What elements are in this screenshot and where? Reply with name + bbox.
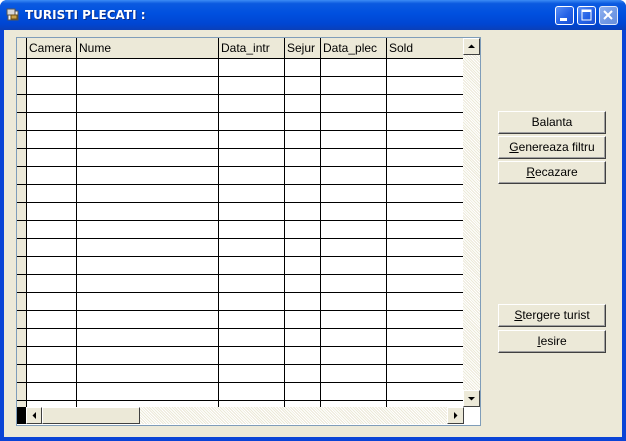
tourists-grid[interactable]: Camera Nume Data_intr Sejur Data_plec So…: [16, 37, 481, 426]
balanta-button-label: Balanta: [531, 115, 573, 129]
grid-row-line: [17, 328, 464, 329]
genereaza-button-label: enereaza filtru: [518, 140, 595, 154]
app-window: TURISTI PLECATI : Camera Nume Data_intr …: [0, 0, 626, 441]
grid-column-line: [320, 58, 321, 407]
grid-row-line: [17, 346, 464, 347]
scrollbar-corner: [464, 407, 480, 424]
grid-row-line: [17, 166, 464, 167]
iesire-button-label: esire: [540, 334, 567, 348]
title-bar[interactable]: TURISTI PLECATI :: [0, 0, 626, 30]
recazare-button[interactable]: Recazare: [498, 161, 606, 184]
recazare-button-label: ecazare: [534, 165, 578, 179]
grid-row-line: [17, 238, 464, 239]
grid-row-line: [17, 112, 464, 113]
grid-row-line: [17, 256, 464, 257]
iesire-button[interactable]: Iesire: [498, 330, 606, 353]
grid-row-line: [17, 382, 464, 383]
close-icon: [603, 10, 613, 20]
grid-column-line: [218, 58, 219, 407]
minimize-icon: [560, 18, 567, 21]
grid-row-line: [17, 202, 464, 203]
window-title: TURISTI PLECATI :: [25, 8, 146, 22]
grid-column-line: [284, 58, 285, 407]
genereaza-accel-key: G: [509, 140, 519, 154]
close-button[interactable]: [599, 6, 618, 25]
genereaza-filtru-button[interactable]: Genereaza filtru: [498, 136, 606, 159]
maximize-icon: [581, 9, 592, 21]
stergere-button-label: tergere turist: [522, 308, 590, 322]
grid-row-line: [17, 148, 464, 149]
horizontal-scroll-thumb[interactable]: [42, 407, 140, 424]
grid-row-line: [17, 76, 464, 77]
column-header-nume[interactable]: Nume: [76, 38, 218, 58]
scroll-left-button[interactable]: [26, 407, 42, 424]
grid-column-line: [76, 58, 77, 407]
grid-column-line: [386, 58, 387, 407]
window-client-area: Camera Nume Data_intr Sejur Data_plec So…: [4, 30, 622, 437]
grid-column-line: [26, 58, 27, 407]
column-header-camera[interactable]: Camera: [26, 38, 76, 58]
grid-row-line: [17, 292, 464, 293]
grid-header: Camera Nume Data_intr Sejur Data_plec So…: [17, 38, 464, 59]
arrow-left-icon: [32, 412, 36, 419]
scroll-up-button[interactable]: [463, 38, 480, 55]
scroll-down-button[interactable]: [463, 390, 480, 407]
grid-row-line: [17, 364, 464, 365]
balanta-button[interactable]: Balanta: [498, 111, 606, 134]
recazare-accel-key: R: [526, 165, 535, 179]
stergere-turist-button[interactable]: Stergere turist: [498, 304, 606, 327]
grid-row-line: [17, 94, 464, 95]
app-icon[interactable]: [6, 8, 20, 22]
grid-row-line: [17, 130, 464, 131]
arrow-down-icon: [468, 397, 475, 401]
grid-row-line: [17, 400, 464, 401]
column-header-data-plec[interactable]: Data_plec: [320, 38, 386, 58]
arrow-right-icon: [454, 412, 458, 419]
minimize-button[interactable]: [555, 6, 574, 25]
row-selector-footer: [17, 407, 26, 424]
grid-row-line: [17, 184, 464, 185]
column-header-data-intr[interactable]: Data_intr: [218, 38, 284, 58]
arrow-up-icon: [468, 44, 475, 48]
vertical-scrollbar[interactable]: [463, 38, 480, 407]
horizontal-scrollbar[interactable]: [17, 407, 464, 424]
maximize-button[interactable]: [577, 6, 596, 25]
column-header-sold[interactable]: Sold: [386, 38, 464, 58]
column-header-sejur[interactable]: Sejur: [284, 38, 320, 58]
grid-row-line: [17, 310, 464, 311]
grid-row-line: [17, 220, 464, 221]
scroll-right-button[interactable]: [447, 407, 464, 424]
grid-row-line: [17, 274, 464, 275]
